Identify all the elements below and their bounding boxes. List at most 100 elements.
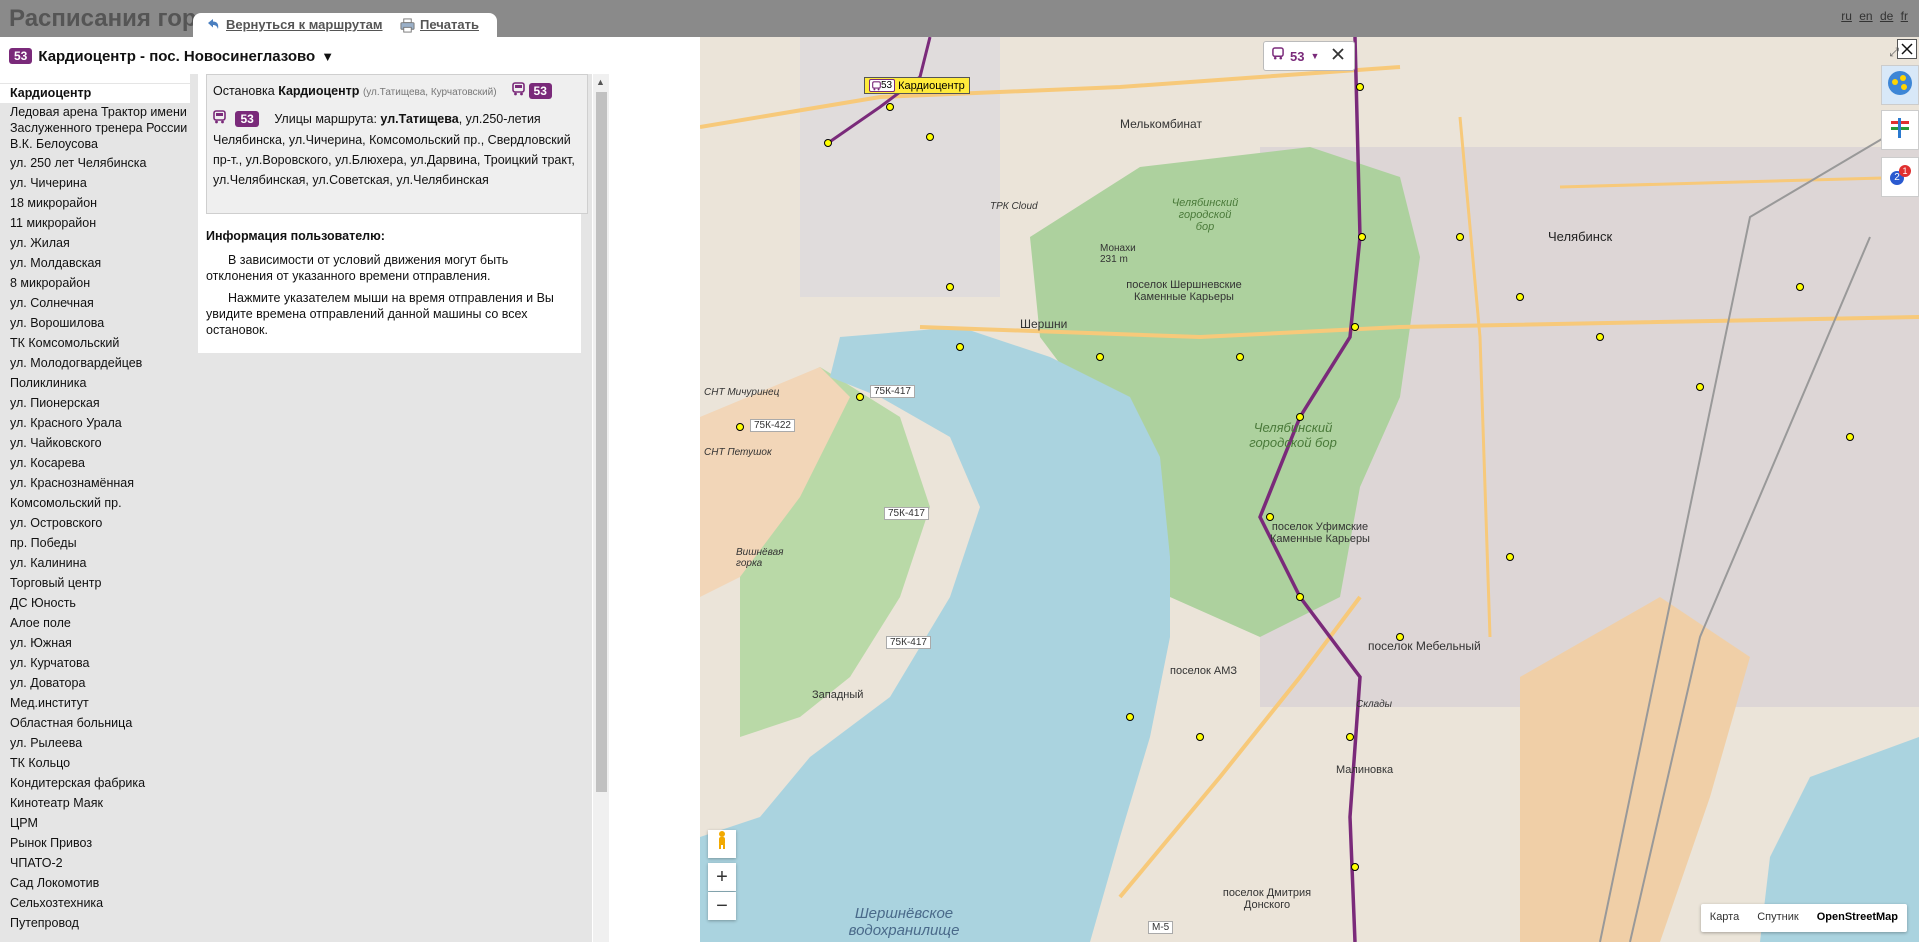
chevron-down-icon[interactable]: ▼ [1310,51,1319,61]
stop-item[interactable]: ул. 250 лет Челябинска [10,155,190,171]
stop-item[interactable]: Сельхозтехника [10,895,190,911]
map-label-skladi: Склады [1356,699,1393,710]
marker-stop-name: Кардиоцентр [898,79,965,92]
user-info-heading: Информация пользователю: [206,229,385,243]
map-type-map[interactable]: Карта [1701,904,1748,932]
stop-item[interactable]: Мед.институт [10,695,190,711]
stop-item[interactable]: ул. Ворошилова [10,315,190,331]
timetable-button[interactable] [1881,110,1919,150]
stops-list: Кардиоцентр Ледовая арена Трактор имени … [0,83,190,942]
stop-item[interactable]: 11 микрорайон [10,215,190,231]
cross-streets: (ул.Татищева, Курчатовский) [362,87,497,98]
stop-item[interactable]: пр. Победы [10,535,190,551]
road-label: 75К-417 [886,636,931,649]
map-type-osm[interactable]: OpenStreetMap [1808,904,1907,932]
route-filter[interactable]: 53 ▼ [1263,41,1355,71]
close-icon[interactable] [1331,47,1345,66]
stop-item[interactable]: ул. Косарева [10,455,190,471]
route-number-badge[interactable]: 53 [528,83,552,99]
stop-item[interactable]: 18 микрорайон [10,195,190,211]
map-label-zapadny: Западный [812,689,864,701]
stop-item[interactable]: ул. Калинина [10,555,190,571]
lang-fr[interactable]: fr [1901,9,1908,23]
map-label-melkombinat: Мелькомбинат [1120,117,1202,131]
stop-item[interactable]: ул. Красного Урала [10,415,190,431]
stop-item[interactable]: ул. Молодогвардейцев [10,355,190,371]
stop-item[interactable]: Кардиоцентр [0,84,190,103]
stop-item[interactable]: Сад Локомотив [10,875,190,891]
close-icon[interactable] [1897,39,1917,59]
stop-item[interactable]: Рынок Привоз [10,835,190,851]
map-label-bor2: Челябинский городской бор [1249,420,1337,450]
stop-item[interactable]: ул. Жилая [10,235,190,251]
stop-item[interactable]: ул. Чайковского [10,435,190,451]
zoom-in-button[interactable]: + [708,863,736,891]
map-label-vishnevaya: Вишнёвая горка [736,547,784,569]
stop-item[interactable]: ДС Юность [10,595,190,611]
map-label-shershni: Шершни [1020,317,1068,331]
page-title: Расписания гор [9,5,197,32]
zoom-out-button[interactable]: − [708,892,736,920]
map-label-monakhi: Монахи 231 m [1100,243,1136,265]
lang-en[interactable]: en [1859,9,1872,23]
map-label-bor1: Челябинский городской бор [1171,197,1239,233]
back-icon[interactable] [205,17,221,38]
map[interactable]: Мелькомбинат Челябинск Челябинский город… [700,37,1919,942]
bus-icon [512,81,525,102]
stop-info-card: Остановка Кардиоцентр (ул.Татищева, Курч… [206,74,588,214]
street-view-pegman[interactable] [708,830,736,858]
stop-item[interactable]: Кинотеатр Маяк [10,795,190,811]
map-stop-marker[interactable]: 53 Кардиоцентр [864,77,970,94]
stop-item[interactable]: Путепровод [10,915,190,931]
stop-item[interactable]: ул. Солнечная [10,295,190,311]
scrollbar-thumb[interactable] [596,92,607,792]
stop-item[interactable]: Кондитерская фабрика [10,775,190,791]
stop-item[interactable]: ТК Комсомольский [10,335,190,351]
stop-item[interactable]: Комсомольский пр. [10,495,190,511]
print-icon[interactable] [400,18,415,38]
fullscreen-icon[interactable]: ⤢ [1889,45,1899,60]
route-selector[interactable]: 53 Кардиоцентр - пос. Новосинеглазово ▼ [9,46,334,66]
stop-item[interactable]: Ледовая арена Трактор имени Заслуженного… [10,104,190,152]
lang-de[interactable]: de [1880,9,1893,23]
stop-item[interactable]: ул. Курчатова [10,655,190,671]
stop-item[interactable]: Алое поле [10,615,190,631]
map-label-mebelny: поселок Мебельный [1368,639,1481,653]
bus-icon [1272,47,1284,65]
notifications-button[interactable]: 2 1 [1881,157,1919,197]
stop-item[interactable]: ул. Краснознамённая [10,475,190,491]
stop-item[interactable]: ул. Южная [10,635,190,651]
lang-ru[interactable]: ru [1841,9,1852,23]
user-info-para: Нажмите указателем мыши на время отправл… [206,291,554,337]
stop-item[interactable]: Областная больница [10,715,190,731]
map-type-switcher: Карта Спутник OpenStreetMap [1700,904,1907,932]
back-to-routes-link[interactable]: Вернуться к маршрутам [226,17,383,32]
map-label-dimitriya: поселок Дмитрия Донского [1222,887,1312,911]
stop-item[interactable]: ул. Пионерская [10,395,190,411]
stop-item[interactable]: ул. Чичерина [10,175,190,191]
stop-item[interactable]: Поликлиника [10,375,190,391]
print-link[interactable]: Печатать [420,17,479,32]
map-label-trk: ТРК Cloud [990,201,1038,212]
stop-item[interactable]: ТК Кольцо [10,755,190,771]
streets-first: ул.Татищева [380,112,459,126]
road-label: М-5 [1148,921,1174,934]
stop-item[interactable]: ул. Рылеева [10,735,190,751]
stop-item[interactable]: ул. Молдавская [10,255,190,271]
streets-label: Улицы маршрута: [274,112,377,126]
user-info-para: В зависимости от условий движения могут … [206,253,509,283]
map-label-malinovka: Малиновка [1336,764,1394,776]
map-type-satellite[interactable]: Спутник [1748,904,1807,932]
scroll-up-arrow[interactable]: ▲ [596,77,605,87]
stop-item[interactable]: ЧПАТО-2 [10,855,190,871]
route-number-badge[interactable]: 53 [235,111,259,127]
stop-item[interactable]: ул. Доватора [10,675,190,691]
bus-icon: 53 [869,79,896,92]
chevron-down-icon[interactable]: ▼ [321,49,334,64]
stop-details-panel: Остановка Кардиоцентр (ул.Татищева, Курч… [190,74,592,942]
stop-item[interactable]: ЦРМ [10,815,190,831]
stop-item[interactable]: Торговый центр [10,575,190,591]
stop-item[interactable]: ул. Островского [10,515,190,531]
layers-button[interactable] [1881,65,1919,105]
stop-item[interactable]: 8 микрорайон [10,275,190,291]
